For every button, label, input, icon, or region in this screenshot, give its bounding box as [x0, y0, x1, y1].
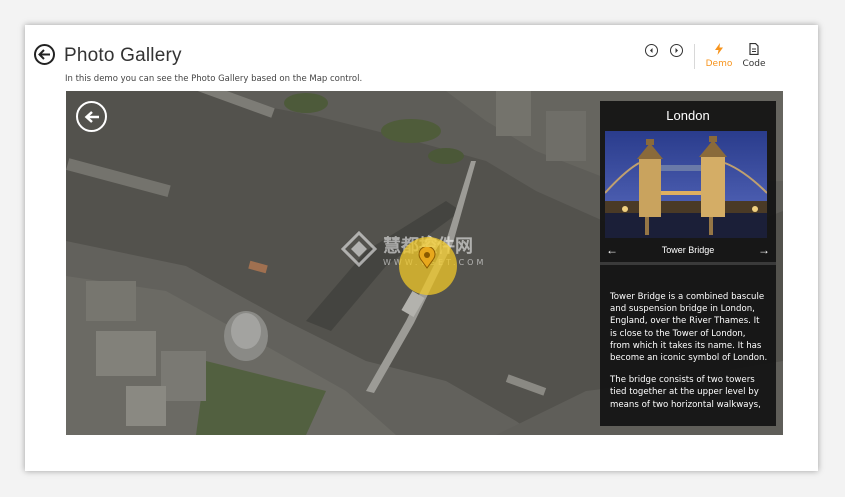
photo-image	[605, 131, 767, 238]
chevron-right-icon	[675, 48, 678, 53]
page-description: In this demo you can see the Photo Galle…	[65, 74, 363, 84]
tab-code-label: Code	[742, 59, 766, 69]
map-pin[interactable]	[418, 245, 436, 274]
page-title: Photo Gallery	[64, 45, 182, 66]
tower-bridge-photo	[605, 131, 767, 238]
tab-demo[interactable]: Demo	[703, 43, 735, 69]
back-arrow-icon	[84, 110, 99, 123]
info-panel: London ← Tower Bridge → Tower Bridge is …	[600, 101, 776, 426]
previous-demo-button[interactable]	[645, 44, 658, 57]
map-back-button[interactable]	[76, 101, 107, 132]
back-button[interactable]	[34, 44, 55, 65]
tab-code[interactable]: Code	[738, 42, 770, 69]
back-arrow-icon	[38, 49, 50, 60]
panel-divider	[600, 262, 776, 265]
chevron-left-icon	[650, 48, 653, 53]
previous-photo-button[interactable]: ←	[600, 243, 624, 257]
document-icon	[749, 42, 759, 56]
photo-navigation: ← Tower Bridge →	[600, 240, 776, 259]
info-panel-title: London	[666, 108, 710, 123]
next-demo-button[interactable]	[670, 44, 683, 57]
description-paragraph: Tower Bridge is a combined bascule and s…	[610, 292, 768, 364]
description-paragraph: The bridge consists of two towers tied t…	[610, 375, 761, 410]
app-window: Photo Gallery In this demo you can see t…	[25, 25, 818, 471]
toolbar-separator	[694, 44, 695, 69]
photo-caption: Tower Bridge	[661, 244, 715, 255]
map-pin-icon	[418, 245, 436, 269]
lightning-icon	[715, 43, 723, 55]
tab-demo-label: Demo	[705, 59, 733, 69]
next-photo-button[interactable]: →	[752, 243, 776, 257]
photo-description: Tower Bridge is a combined bascule and s…	[610, 291, 768, 421]
map-control[interactable]: 慧都控件网 WWW.VGET.COM London	[66, 91, 783, 435]
watermark-logo-icon	[341, 231, 377, 267]
